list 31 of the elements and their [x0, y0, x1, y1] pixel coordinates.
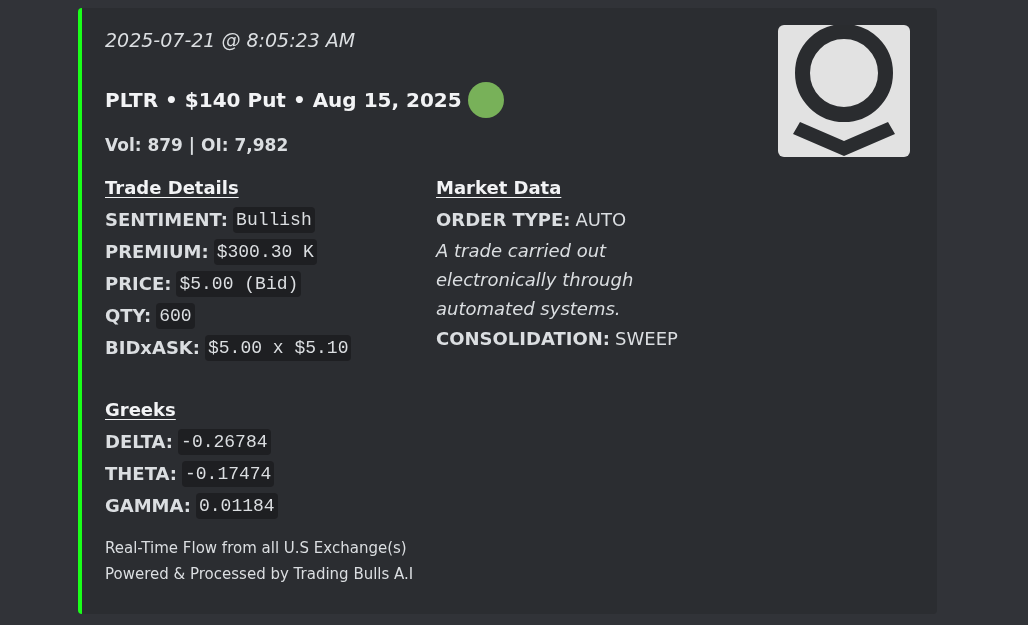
code-value: -0.17474	[182, 461, 275, 487]
footer-text: Real-Time Flow from all U.S Exchange(s)	[105, 539, 407, 557]
code-value: -0.26784	[178, 429, 271, 455]
code-value: Bullish	[233, 207, 315, 233]
field-label: PREMIUM:	[105, 240, 209, 264]
code-value: 600	[156, 303, 195, 329]
section-heading: Market Data	[436, 177, 562, 198]
field-label: ORDER TYPE:	[436, 208, 571, 232]
volume-summary: Vol: 879 | OI: 7,982	[105, 134, 289, 157]
field-label: CONSOLIDATION:	[436, 327, 611, 351]
field-value: AUTO	[575, 208, 627, 232]
field-label: BIDxASK:	[105, 336, 200, 360]
logo-icon	[778, 25, 910, 157]
code-value: $5.00 x $5.10	[205, 335, 352, 361]
code-value: 0.01184	[196, 493, 278, 519]
embed-title: PLTR • $140 Put • Aug 15, 2025	[105, 87, 462, 114]
section-heading: Trade Details	[105, 177, 239, 198]
field-label: PRICE:	[105, 272, 172, 296]
code-value: $300.30 K	[213, 239, 317, 265]
field-note: A trade carried out electronically through automated systems.	[436, 239, 635, 321]
field-label: THETA:	[105, 462, 177, 486]
status-dot-icon	[467, 82, 504, 118]
field-label: DELTA:	[105, 430, 174, 454]
section-heading: Greeks	[105, 399, 176, 420]
timestamp: 2025-07-21 @ 8:05:23 AM	[105, 28, 356, 53]
footer-text: Powered & Processed by Trading Bulls A.I	[105, 565, 414, 583]
code-value: $5.00 (Bid)	[176, 271, 302, 297]
field-value: SWEEP	[615, 327, 678, 351]
field-label: GAMMA:	[105, 494, 191, 518]
field-label: QTY:	[105, 304, 152, 328]
field-label: SENTIMENT:	[105, 208, 229, 232]
